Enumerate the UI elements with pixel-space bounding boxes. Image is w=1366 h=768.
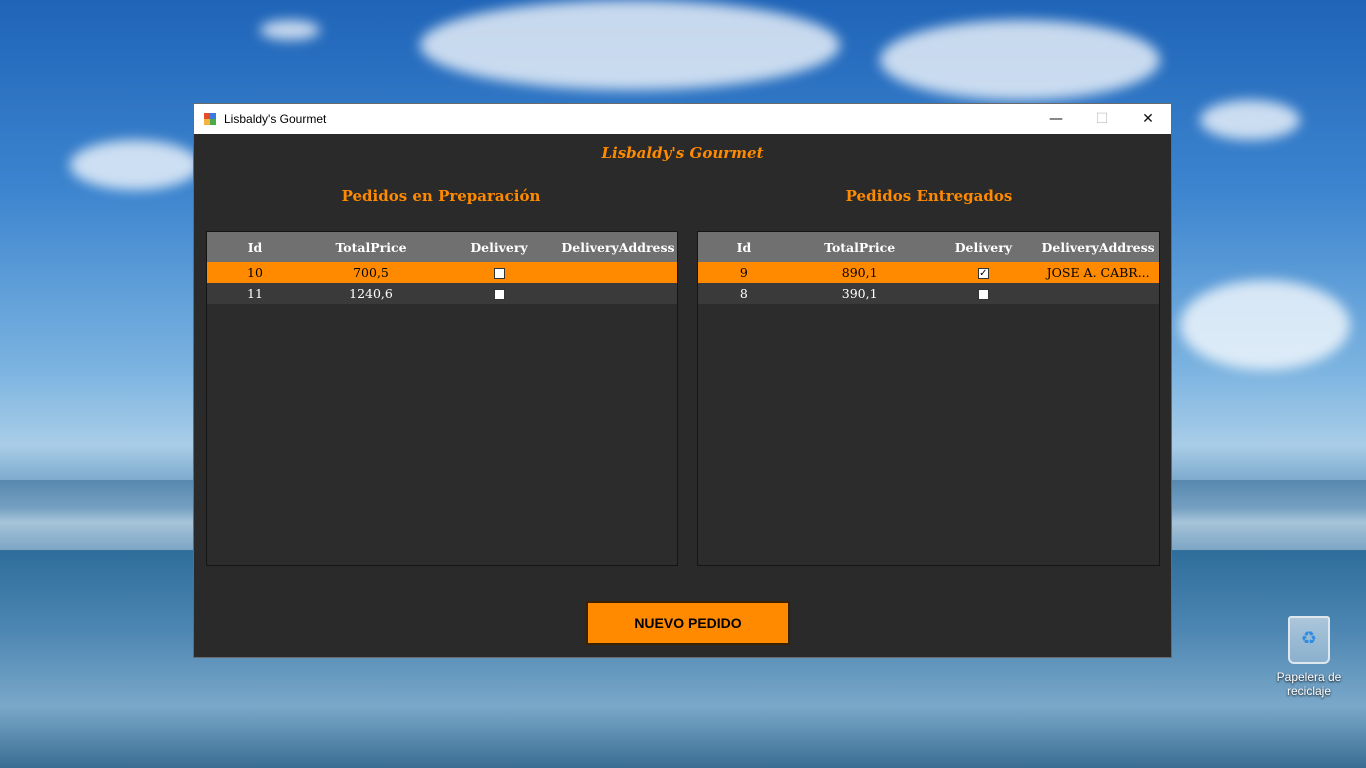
table-row[interactable]: 8 390,1	[698, 283, 1159, 304]
delivery-checkbox[interactable]: ✓	[977, 268, 989, 279]
table-row[interactable]: 10 700,5	[207, 262, 677, 283]
title-bar[interactable]: Lisbaldy's Gourmet — ☐ ✕	[194, 104, 1171, 134]
table-row[interactable]: 11 1240,6	[207, 283, 677, 304]
grid-body: 9 890,1 ✓ JOSE A. CABR... 8 390,1	[698, 262, 1159, 304]
id-cell: 9	[739, 265, 748, 280]
total-cell: 390,1	[841, 286, 878, 301]
delivery-checkbox-cell[interactable]: ✓	[930, 265, 1038, 280]
delivery-checkbox-cell[interactable]	[439, 265, 559, 280]
recycle-bin-icon: ♻	[1288, 616, 1330, 664]
delivered-title: Pedidos Entregados	[845, 187, 1013, 205]
close-button[interactable]: ✕	[1125, 104, 1171, 134]
table-row[interactable]: 9 890,1 ✓ JOSE A. CABR...	[698, 262, 1159, 283]
total-cell: 700,5	[353, 265, 389, 280]
column-header[interactable]: TotalPrice	[790, 240, 930, 255]
recycle-bin-desktop-icon[interactable]: ♻ Papelera de reciclaje	[1270, 616, 1348, 698]
grid-header: Id TotalPrice Delivery DeliveryAddress	[698, 232, 1159, 262]
id-cell: 10	[247, 265, 263, 280]
app-title: Lisbaldy's Gourmet	[601, 144, 764, 162]
id-cell: 11	[247, 286, 263, 301]
address-cell: JOSE A. CABR...	[1046, 265, 1150, 280]
preparing-title: Pedidos en Preparación	[341, 187, 541, 205]
delivery-checkbox[interactable]	[977, 289, 989, 300]
delivery-checkbox[interactable]	[493, 268, 505, 279]
delivery-checkbox-cell[interactable]	[930, 286, 1038, 301]
column-header[interactable]: DeliveryAddress	[1037, 240, 1159, 255]
column-header[interactable]: Delivery	[439, 240, 559, 255]
delivery-checkbox[interactable]	[493, 289, 505, 300]
preparing-orders-grid[interactable]: Id TotalPrice Delivery DeliveryAddress 10 70…	[206, 231, 678, 566]
app-window: Lisbaldy's Gourmet — ☐ ✕ Lisbaldy's Gour…	[193, 103, 1172, 658]
id-cell: 8	[739, 286, 748, 301]
total-cell: 890,1	[841, 265, 878, 280]
delivered-orders-grid[interactable]: Id TotalPrice Delivery DeliveryAddress 9 890…	[697, 231, 1160, 566]
column-header[interactable]: DeliveryAddress	[559, 240, 677, 255]
new-order-button[interactable]: NUEVO PEDIDO	[586, 601, 790, 645]
total-cell: 1240,6	[349, 286, 393, 301]
column-header[interactable]: Id	[207, 240, 303, 255]
window-title: Lisbaldy's Gourmet	[224, 112, 327, 126]
delivery-checkbox-cell[interactable]	[439, 286, 559, 301]
grid-header: Id TotalPrice Delivery DeliveryAddress	[207, 232, 677, 262]
recycle-bin-label: Papelera de reciclaje	[1276, 670, 1342, 698]
column-header[interactable]: Delivery	[930, 240, 1038, 255]
app-icon	[204, 113, 216, 125]
grid-body: 10 700,5 11 1240,6	[207, 262, 677, 304]
maximize-button[interactable]: ☐	[1079, 104, 1125, 134]
column-header[interactable]: Id	[698, 240, 790, 255]
minimize-button[interactable]: —	[1033, 104, 1079, 134]
column-header[interactable]: TotalPrice	[303, 240, 439, 255]
